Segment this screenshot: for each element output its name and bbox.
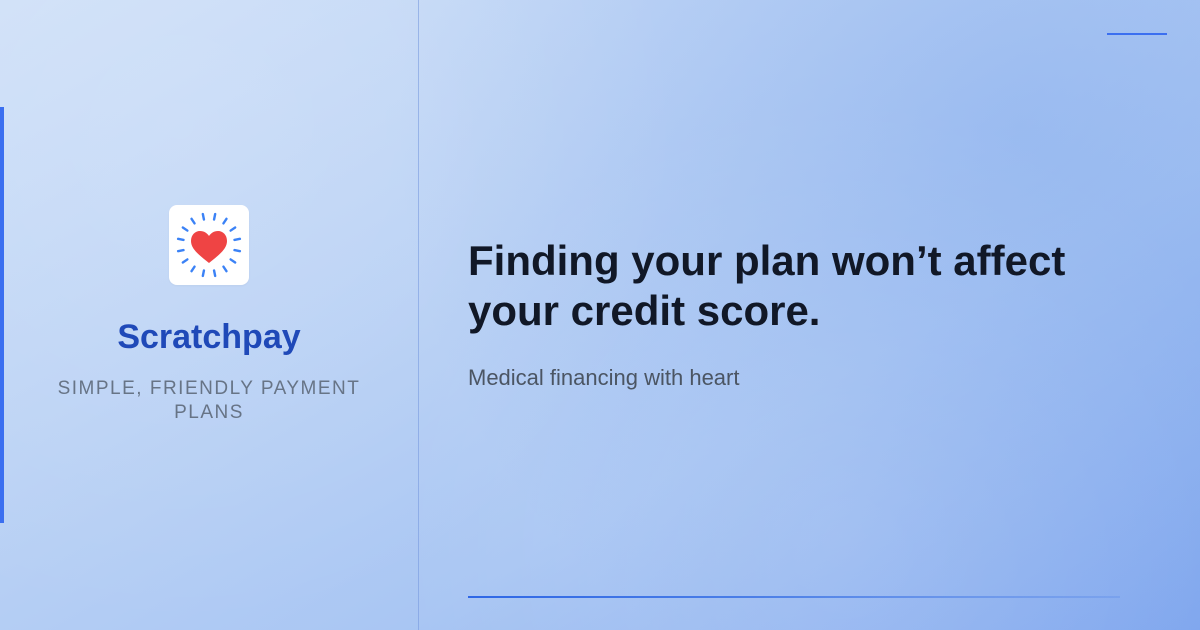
top-right-accent-line xyxy=(1107,33,1167,35)
headline-line-1: Finding your plan won’t affect xyxy=(468,237,1066,284)
headline-line-2: your credit score. xyxy=(468,287,821,335)
subheadline: Medical financing with heart xyxy=(468,365,740,390)
sunburst-ray xyxy=(229,226,237,232)
sunburst-ray xyxy=(181,226,189,232)
sunburst-ray xyxy=(181,258,189,264)
sunburst-ray xyxy=(201,212,206,221)
left-accent-bar xyxy=(0,107,4,523)
sunburst-ray xyxy=(222,217,228,225)
sunburst-ray xyxy=(190,265,196,273)
sunburst-ray xyxy=(233,248,242,253)
brand-name: Scratchpay xyxy=(117,318,301,356)
sunburst-ray xyxy=(176,248,185,253)
sunburst-ray xyxy=(229,258,237,264)
sunburst-ray xyxy=(201,269,206,278)
sunburst-ray xyxy=(233,237,242,242)
bottom-accent-line xyxy=(468,596,1120,598)
heart-icon xyxy=(191,231,227,263)
brand-logo xyxy=(169,205,249,285)
sunburst-ray xyxy=(176,237,185,242)
page: Scratchpay SIMPLE, FRIENDLY PAYMENT PLAN… xyxy=(0,0,1200,630)
sunburst-ray xyxy=(222,265,228,273)
sunburst-ray xyxy=(212,212,217,221)
headline: Finding your plan won’t affect your cred… xyxy=(468,236,1168,337)
sunburst-ray xyxy=(212,269,217,278)
vertical-divider xyxy=(418,0,419,630)
brand-tagline: SIMPLE, FRIENDLY PAYMENT PLANS xyxy=(57,378,361,423)
sunburst-ray xyxy=(190,217,196,225)
